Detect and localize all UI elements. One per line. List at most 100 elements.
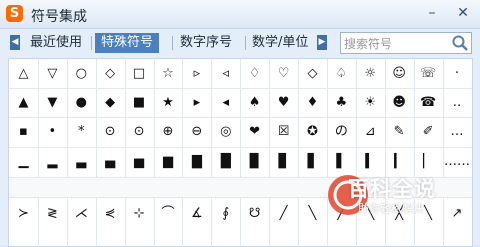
symbol-cell[interactable]: ◇: [96, 59, 125, 89]
symbol-cell[interactable]: ▂: [38, 147, 67, 177]
symbol-cell[interactable]: ▆: [154, 147, 183, 177]
symbol-cell[interactable]: ▪: [9, 117, 38, 147]
symbol-cell[interactable]: ⊙: [125, 117, 154, 147]
symbol-cell[interactable]: ⋌: [67, 199, 96, 229]
symbol-cell[interactable]: ▃: [67, 147, 96, 177]
symbol-cell[interactable]: ▇: [182, 147, 211, 177]
symbol-cell[interactable]: ☺: [385, 59, 414, 89]
symbol-grid-panel: △ ▽ ○ ◇ □ ☆ ▹ ◃ ♢ ♡ ◇ ♤ ☼ ☺ ☏ · ▲ ▼ ● ◆ ■ ★ ▸ ◂ ♠ ♥ ♦ ♣ ☀ ☻ ☎ ‥ ▪ • * ⊙ ⊙ ⊕ ⊖ ◎…: [8, 58, 473, 247]
symbol-cell[interactable]: ●: [67, 88, 96, 118]
symbol-cell[interactable]: ✪: [298, 117, 327, 147]
search-input[interactable]: [341, 34, 444, 54]
symbol-cell[interactable]: ☏: [414, 59, 443, 89]
symbol-cell[interactable]: ☋: [240, 199, 269, 229]
grid-hline: [9, 117, 472, 118]
search-icon[interactable]: [451, 34, 469, 52]
symbol-cell[interactable]: ▅: [125, 147, 154, 177]
symbol-cell[interactable]: ⊕: [154, 117, 183, 147]
symbol-cell[interactable]: ▄: [96, 147, 125, 177]
symbol-cell[interactable]: ╲: [298, 199, 327, 229]
symbol-cell[interactable]: ☻: [385, 88, 414, 118]
symbol-cell[interactable]: ❤: [240, 117, 269, 147]
symbol-cell[interactable]: …: [443, 117, 472, 147]
symbol-cell[interactable]: ♢: [240, 59, 269, 89]
scroll-left-icon[interactable]: ◀: [10, 35, 20, 50]
grid-hline: [9, 147, 472, 148]
symbol-cell[interactable]: ◂: [211, 88, 240, 118]
tab-divider: [245, 36, 246, 50]
symbol-cell[interactable]: ▼: [38, 88, 67, 118]
symbol-cell[interactable]: ♣: [327, 88, 356, 118]
symbol-cell[interactable]: ✐: [414, 117, 443, 147]
symbol-cell[interactable]: ⊖: [182, 117, 211, 147]
symbol-cell[interactable]: ◃: [211, 59, 240, 89]
symbol-cell[interactable]: △: [9, 59, 38, 89]
grid-vline: [38, 197, 39, 247]
symbol-cell[interactable]: ♤: [327, 59, 356, 89]
symbol-cell[interactable]: ◎: [211, 117, 240, 147]
symbol-cell[interactable]: ☒: [269, 117, 298, 147]
symbol-cell[interactable]: ⌒: [154, 199, 183, 229]
symbol-cell[interactable]: ≷: [38, 199, 67, 229]
symbol-cell[interactable]: ·: [443, 59, 472, 89]
symbol-cell[interactable]: ♡: [269, 59, 298, 89]
tab-special-symbols[interactable]: 特殊符号: [95, 33, 160, 53]
symbol-cell[interactable]: ◇: [298, 59, 327, 89]
symbol-cell[interactable]: ★: [154, 88, 183, 118]
symbol-cell[interactable]: •: [38, 117, 67, 147]
symbol-cell[interactable]: █: [211, 147, 240, 177]
symbol-cell[interactable]: ⊹: [125, 199, 154, 229]
symbol-cell[interactable]: ▹: [182, 59, 211, 89]
window-title: 符号集成: [31, 9, 87, 25]
symbol-cell[interactable]: ♦: [298, 88, 327, 118]
grid-vline: [38, 59, 39, 177]
symbol-cell[interactable]: ∮: [211, 199, 240, 229]
symbol-cell[interactable]: ♥: [269, 88, 298, 118]
symbol-cell[interactable]: ▁: [9, 147, 38, 177]
symbol-cell[interactable]: ▸: [182, 88, 211, 118]
symbol-cell[interactable]: ▲: [9, 88, 38, 118]
symbol-cell[interactable]: ‥: [443, 88, 472, 118]
symbol-cell[interactable]: ♠: [240, 88, 269, 118]
grid-vline: [211, 197, 212, 247]
close-button[interactable]: ✕: [451, 2, 475, 24]
sogou-logo-icon: S: [6, 5, 23, 22]
symbol-cell[interactable]: ■: [125, 88, 154, 118]
symbol-cell[interactable]: ☼: [356, 59, 385, 89]
symbol-cell[interactable]: *: [67, 117, 96, 147]
tab-number-sequence[interactable]: 数字序号: [180, 33, 232, 53]
grid-vline: [67, 59, 68, 177]
grid-vline: [327, 59, 328, 177]
symbol-cell[interactable]: ○: [67, 59, 96, 89]
symbol-cell[interactable]: の: [327, 117, 356, 147]
grid-vline: [356, 59, 357, 177]
grid-vline: [125, 197, 126, 247]
grid-vline: [269, 197, 270, 247]
grid-vline: [67, 197, 68, 247]
symbol-cell[interactable]: ☎: [414, 88, 443, 118]
symbol-cell[interactable]: □: [125, 59, 154, 89]
symbol-cell[interactable]: ☀: [356, 88, 385, 118]
title-bar: S 符号集成 – ✕: [0, 0, 480, 29]
minimize-button[interactable]: –: [420, 2, 444, 24]
scroll-right-icon[interactable]: ▶: [317, 35, 327, 50]
symbol-cell[interactable]: ▋: [298, 147, 327, 177]
symbol-cell[interactable]: ▉: [240, 147, 269, 177]
tab-math-units[interactable]: 数学/单位: [252, 33, 308, 53]
symbol-cell[interactable]: ⊿: [356, 117, 385, 147]
symbol-cell[interactable]: ≻: [9, 199, 38, 229]
symbol-cell[interactable]: ∡: [182, 199, 211, 229]
symbol-cell[interactable]: ⊙: [96, 117, 125, 147]
grid-vline: [96, 197, 97, 247]
grid-vline: [298, 197, 299, 247]
tab-recent[interactable]: 最近使用: [30, 33, 82, 53]
symbol-cell[interactable]: ▽: [38, 59, 67, 89]
symbol-cell[interactable]: ◆: [96, 88, 125, 118]
symbol-cell[interactable]: ☆: [154, 59, 183, 89]
symbol-cell[interactable]: ▊: [269, 147, 298, 177]
grid-vline: [211, 59, 212, 177]
symbol-cell[interactable]: ✎: [385, 117, 414, 147]
symbol-cell[interactable]: ╱: [269, 199, 298, 229]
symbol-cell[interactable]: ⋞: [96, 199, 125, 229]
grid-vline: [240, 197, 241, 247]
